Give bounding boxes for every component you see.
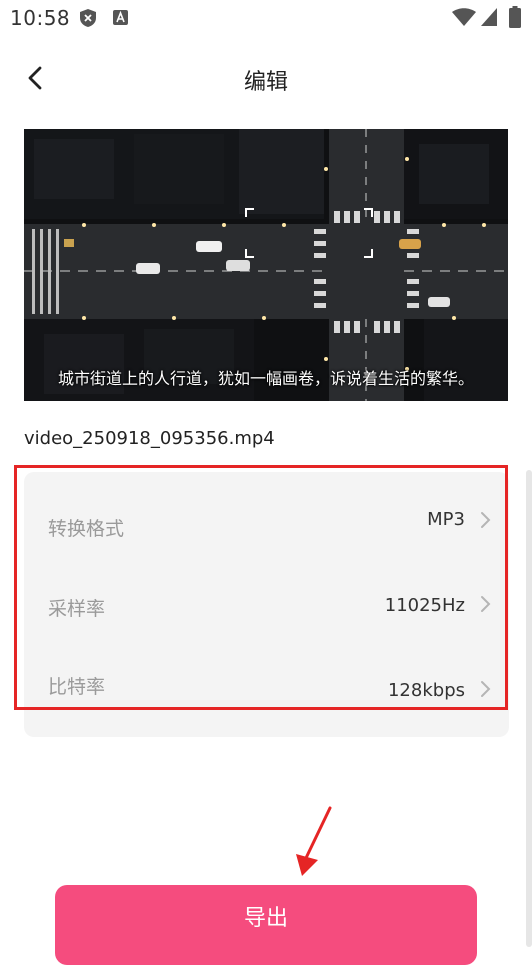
video-preview[interactable]: 城市街道上的人行道，犹如一幅画卷，诉说着生活的繁华。 xyxy=(24,129,508,401)
shield-icon xyxy=(80,9,96,27)
wifi-icon xyxy=(452,8,476,26)
chevron-right-icon xyxy=(481,681,491,697)
file-name: video_250918_095356.mp4 xyxy=(24,428,275,449)
signal-icon xyxy=(481,8,497,26)
bitrate-label: 比特率 xyxy=(48,676,106,698)
chevron-right-icon xyxy=(481,512,491,528)
sample-rate-setting-row[interactable]: 采样率 11025Hz xyxy=(24,570,509,640)
format-setting-row[interactable]: 转换格式 MP3 xyxy=(24,490,509,560)
format-label: 转换格式 xyxy=(48,518,125,540)
export-button[interactable]: 导出 xyxy=(55,885,477,965)
video-subtitle: 城市街道上的人行道，犹如一幅画卷，诉说着生活的繁华。 xyxy=(57,369,474,388)
video-frame-image xyxy=(24,129,508,401)
header: 编辑 xyxy=(0,50,532,106)
page-title: 编辑 xyxy=(243,70,288,95)
chevron-right-icon xyxy=(481,596,491,612)
sample-rate-value: 11025Hz xyxy=(384,595,465,616)
battery-icon xyxy=(509,6,521,28)
bitrate-value: 128kbps xyxy=(387,680,465,701)
a-icon xyxy=(113,10,128,25)
format-value: MP3 xyxy=(427,509,465,530)
sample-rate-label: 采样率 xyxy=(48,598,106,620)
status-bar: 10:58 xyxy=(0,0,532,36)
status-time: 10:58 xyxy=(10,6,71,30)
scrollbar[interactable] xyxy=(526,470,532,947)
bitrate-setting-row[interactable]: 比特率 128kbps xyxy=(24,650,509,720)
annotation-arrow-icon xyxy=(296,806,332,876)
